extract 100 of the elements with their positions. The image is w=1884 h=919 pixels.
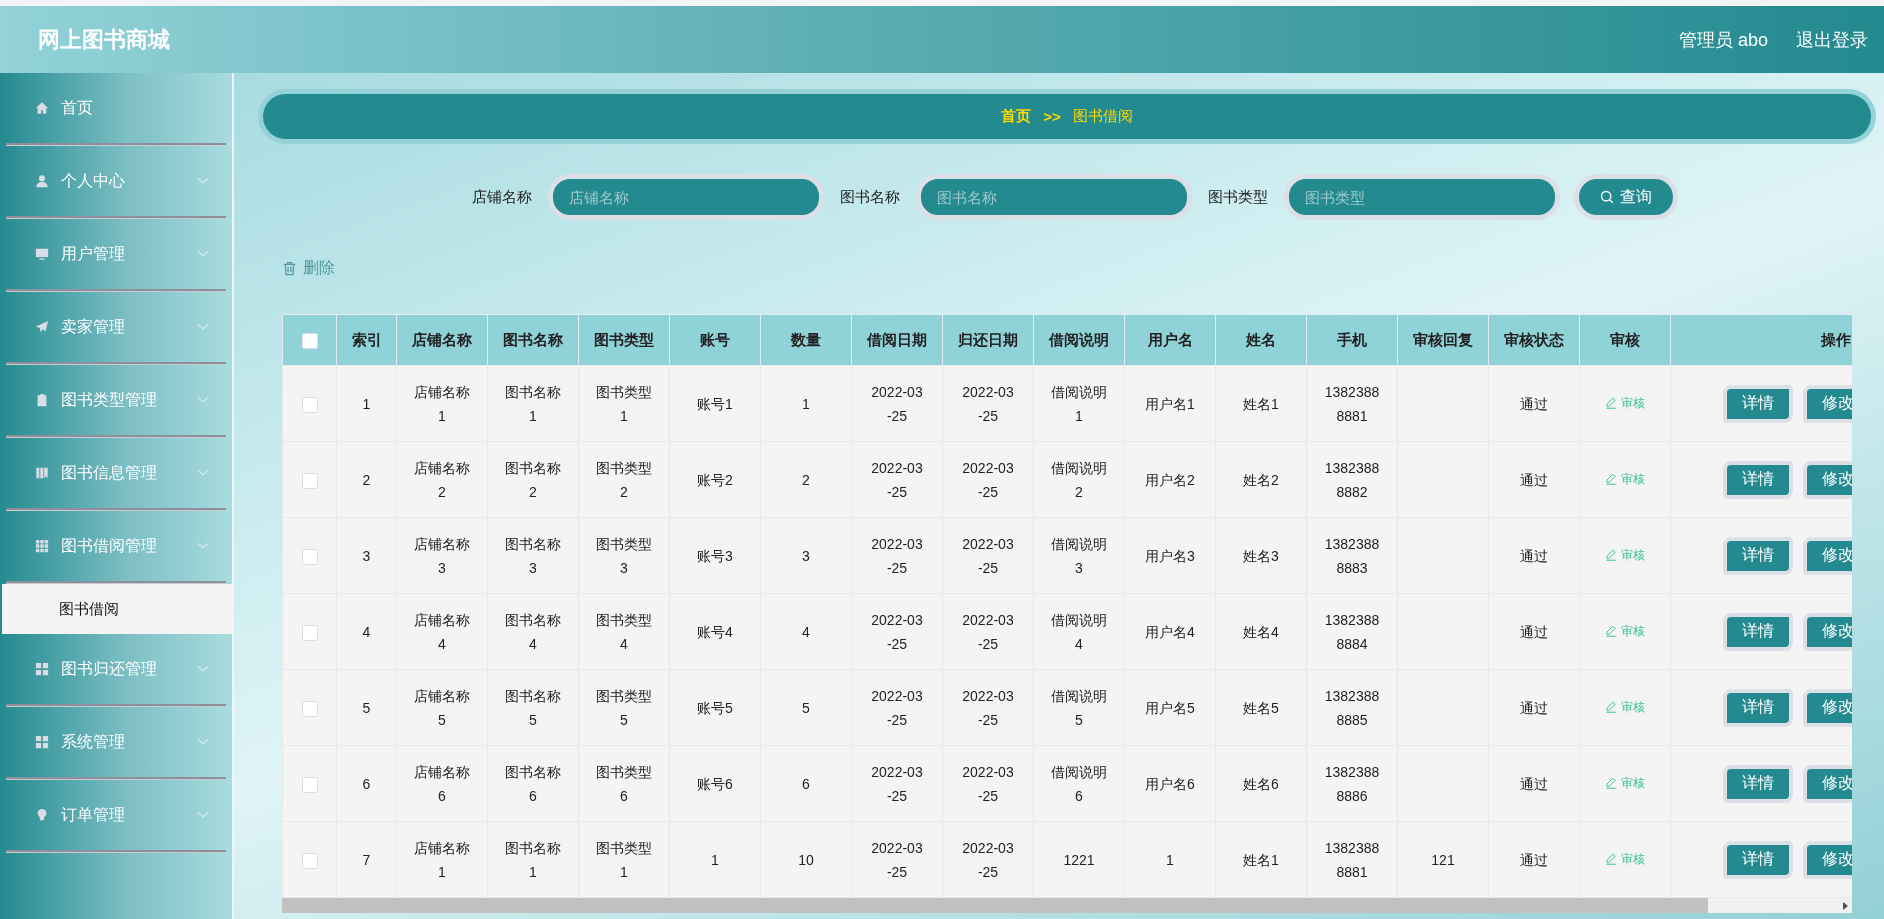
- monitor-icon: [35, 247, 49, 261]
- tiles-icon: [35, 735, 49, 749]
- row-action-button[interactable]: 详情: [1723, 536, 1793, 575]
- table-cell-text: 121: [1430, 850, 1456, 870]
- table-cell-text: 通过: [1519, 698, 1549, 718]
- review-link[interactable]: 审核: [1605, 546, 1645, 564]
- column-header: 用户名: [1124, 314, 1216, 366]
- row-action-button[interactable]: 详情: [1723, 612, 1793, 651]
- table-cell-text: 借阅说明4: [1051, 610, 1107, 654]
- submenu-item[interactable]: 图书借阅: [2, 584, 232, 634]
- review-link[interactable]: 审核: [1605, 698, 1645, 716]
- table-cell-text: 4: [801, 622, 811, 642]
- table-cell-text: 2022-03-25: [870, 458, 924, 502]
- table-cell-text: 图书类型5: [596, 686, 652, 730]
- table-cell-text: 图书类型4: [596, 610, 652, 654]
- sidebar-item[interactable]: 图书类型管理: [0, 365, 232, 435]
- paper-plane-icon: [35, 320, 49, 334]
- scroll-right-icon[interactable]: [1843, 902, 1848, 910]
- search-field[interactable]: 图书名称: [916, 174, 1192, 220]
- table-cell-text: 1221: [1062, 850, 1096, 870]
- table-cell-text: 3: [361, 546, 372, 566]
- table-cell-text: 13823888881: [1324, 382, 1380, 426]
- table-cell-text: 借阅说明1: [1051, 382, 1107, 426]
- table-cell-text: 账号3: [696, 546, 734, 566]
- table-cell-text: 用户名6: [1144, 774, 1196, 794]
- row-checkbox[interactable]: [301, 852, 318, 869]
- sidebar-item[interactable]: 图书归还管理: [0, 634, 232, 704]
- row-checkbox[interactable]: [301, 548, 318, 565]
- sidebar-item[interactable]: 订单管理: [0, 780, 232, 850]
- table-cell-text: 2022-03-25: [961, 610, 1015, 654]
- row-checkbox[interactable]: [301, 700, 318, 717]
- sidebar-item[interactable]: 个人中心: [0, 146, 232, 216]
- sidebar-item[interactable]: 图书信息管理: [0, 438, 232, 508]
- table-cell-text: 4: [361, 622, 372, 642]
- sidebar-item[interactable]: 系统管理: [0, 707, 232, 777]
- table-cell-text: 图书名称3: [505, 534, 561, 578]
- trash-icon: [282, 260, 297, 276]
- review-link[interactable]: 审核: [1605, 850, 1645, 868]
- table-cell-text: 2: [361, 470, 372, 490]
- search-field[interactable]: 店铺名称: [548, 174, 824, 220]
- table-cell-text: 13823888885: [1324, 686, 1380, 730]
- table-cell-text: 2022-03-25: [961, 382, 1015, 426]
- table-cell-text: 1: [801, 394, 811, 414]
- table-cell-text: 图书名称4: [505, 610, 561, 654]
- pencil-icon: [1605, 625, 1617, 638]
- row-action-button[interactable]: 详情: [1723, 764, 1793, 803]
- review-link[interactable]: 审核: [1605, 774, 1645, 792]
- column-header: 审核: [1579, 314, 1671, 366]
- sidebar-item[interactable]: 卖家管理: [0, 292, 232, 362]
- review-link[interactable]: 审核: [1605, 622, 1645, 640]
- breadcrumb-separator: >>: [1043, 108, 1061, 125]
- sidebar-item[interactable]: 图书借阅管理: [0, 511, 232, 581]
- table-cell-text: 2022-03-25: [961, 458, 1015, 502]
- select-all-checkbox[interactable]: [301, 333, 318, 349]
- review-link[interactable]: 审核: [1605, 470, 1645, 488]
- table-cell-text: 5: [361, 698, 372, 718]
- row-checkbox[interactable]: [301, 472, 318, 489]
- logout-link[interactable]: 退出登录: [1796, 27, 1868, 52]
- delete-button[interactable]: 删除: [282, 257, 335, 279]
- table-cell-text: 通过: [1519, 622, 1549, 642]
- row-action-button[interactable]: 详情: [1723, 460, 1793, 499]
- table-cell-text: 13823888881: [1324, 838, 1380, 882]
- row-checkbox[interactable]: [301, 776, 318, 793]
- table-cell-text: 店铺名称6: [414, 762, 470, 806]
- table-cell-text: 13823888882: [1324, 458, 1380, 502]
- table-cell-text: 1: [710, 850, 720, 870]
- sidebar-item[interactable]: 首页: [0, 73, 232, 143]
- table-cell-text: 图书类型2: [596, 458, 652, 502]
- table-cell-text: 2022-03-25: [870, 382, 924, 426]
- search-icon: [1600, 190, 1614, 204]
- table-cell-text: 2022-03-25: [961, 686, 1015, 730]
- tiles-icon: [35, 662, 49, 676]
- search-button[interactable]: 查询: [1574, 174, 1678, 220]
- table-cell-text: 用户名3: [1144, 546, 1196, 566]
- sidebar-item[interactable]: 用户管理: [0, 219, 232, 289]
- column-header: 借阅说明: [1033, 314, 1125, 366]
- row-action-button[interactable]: 详情: [1723, 384, 1793, 423]
- breadcrumb-link[interactable]: 图书借阅: [1072, 107, 1133, 126]
- table-cell-text: 2022-03-25: [961, 534, 1015, 578]
- table-cell-text: 7: [361, 850, 372, 870]
- row-checkbox[interactable]: [301, 396, 318, 413]
- row-action-button[interactable]: 详情: [1723, 840, 1793, 879]
- table-cell-text: 图书名称1: [505, 838, 561, 882]
- row-action-button[interactable]: 详情: [1723, 688, 1793, 727]
- table-cell-text: 图书名称2: [505, 458, 561, 502]
- light-bulb-icon: [35, 808, 49, 822]
- pencil-icon: [1605, 549, 1617, 562]
- column-header: 图书名称: [487, 314, 579, 366]
- column-header: 账号: [669, 314, 761, 366]
- pencil-icon: [1605, 777, 1617, 790]
- table-cell-text: 借阅说明2: [1051, 458, 1107, 502]
- table-cell-text: 店铺名称4: [414, 610, 470, 654]
- column-header: 借阅日期: [851, 314, 943, 366]
- review-link[interactable]: 审核: [1605, 394, 1645, 412]
- table-cell-text: 2022-03-25: [870, 686, 924, 730]
- table-cell-text: 姓名1: [1242, 850, 1280, 870]
- breadcrumb-link[interactable]: 首页: [1001, 107, 1032, 126]
- row-checkbox[interactable]: [301, 624, 318, 641]
- table-cell-text: 用户名4: [1144, 622, 1196, 642]
- search-field[interactable]: 图书类型: [1284, 174, 1560, 220]
